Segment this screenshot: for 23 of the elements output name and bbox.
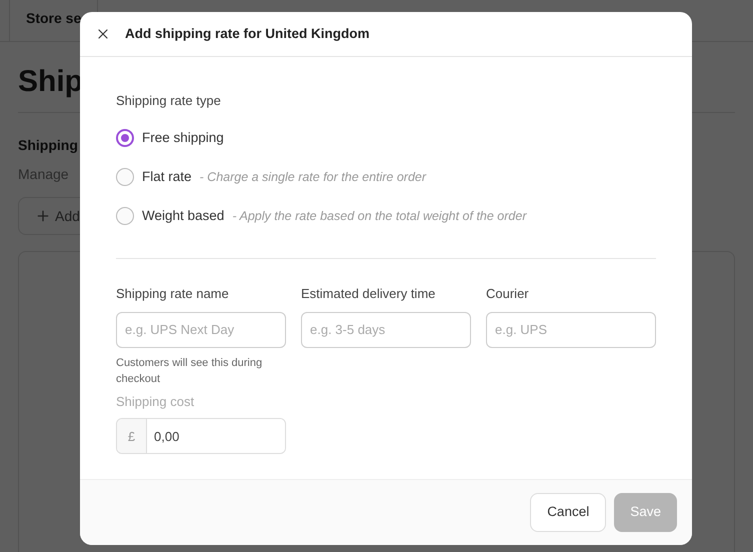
cancel-button[interactable]: Cancel [530, 493, 606, 532]
plus-icon [35, 208, 51, 224]
rate-type-label: Shipping rate type [116, 92, 222, 110]
option-label[interactable]: Weight based [142, 206, 224, 226]
field-label: Estimated delivery time [301, 285, 436, 304]
input-field[interactable]: e.g. 3-5 days [301, 312, 471, 348]
radio-button[interactable] [116, 128, 134, 147]
radio-button[interactable] [116, 168, 134, 186]
option-label[interactable]: Flat rate [142, 166, 192, 187]
option-label[interactable]: Free shipping [142, 128, 224, 148]
currency-symbol: £ [117, 419, 147, 454]
input-field[interactable]: e.g. UPS Next Day [116, 312, 286, 348]
field-label: Shipping rate name [116, 285, 230, 304]
option-hint: - Charge a single rate for the entire order [200, 168, 426, 186]
section-title: Shipping [18, 136, 78, 155]
field-label: Courier [486, 285, 530, 304]
help-text: Customers will see this during checkout [116, 356, 264, 387]
page-heading: Ship [18, 64, 84, 100]
cost-label: Shipping cost [116, 392, 196, 411]
input-field[interactable]: e.g. UPS [486, 312, 656, 348]
option-hint: - Apply the rate based on the total weight of the order [232, 208, 526, 225]
dialog-title: Add shipping rate for United Kingdom [125, 24, 370, 43]
radio-button[interactable] [116, 207, 134, 226]
